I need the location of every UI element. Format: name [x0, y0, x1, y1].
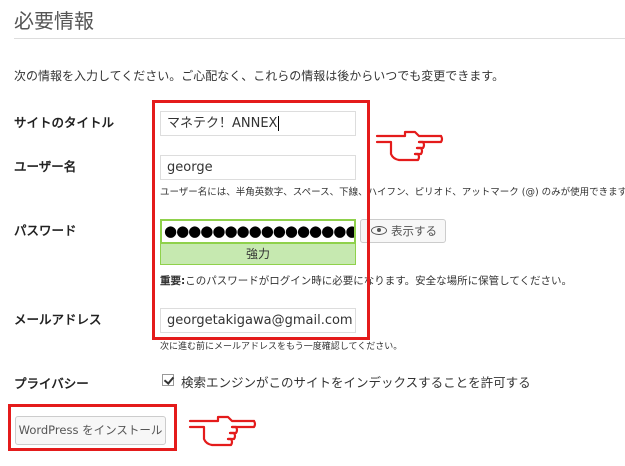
annotation-box-fields [152, 100, 370, 340]
username-label: ユーザー名 [14, 159, 77, 174]
privacy-label: プライバシー [14, 376, 89, 391]
password-label: パスワード [14, 223, 77, 238]
privacy-checkbox-label[interactable]: 検索エンジンがこのサイトをインデックスすることを許可する [181, 372, 531, 391]
site-title-label: サイトのタイトル [14, 115, 115, 130]
annotation-box-button [8, 404, 177, 451]
email-label: メールアドレス [14, 312, 102, 327]
show-password-button[interactable]: 表示する [360, 219, 446, 243]
page-title: 必要情報 [14, 9, 94, 33]
email-help: 次に進む前にメールアドレスをもう一度確認してください。 [160, 342, 403, 352]
show-password-label: 表示する [391, 224, 437, 238]
intro-text: 次の情報を入力してください。ご心配なく、これらの情報は後からいつでも変更できます… [14, 69, 505, 83]
eye-icon [371, 226, 387, 235]
pointing-hand-icon [188, 415, 257, 447]
pointing-hand-icon [375, 130, 444, 162]
privacy-checkbox[interactable] [162, 374, 174, 386]
title-divider [14, 38, 625, 39]
